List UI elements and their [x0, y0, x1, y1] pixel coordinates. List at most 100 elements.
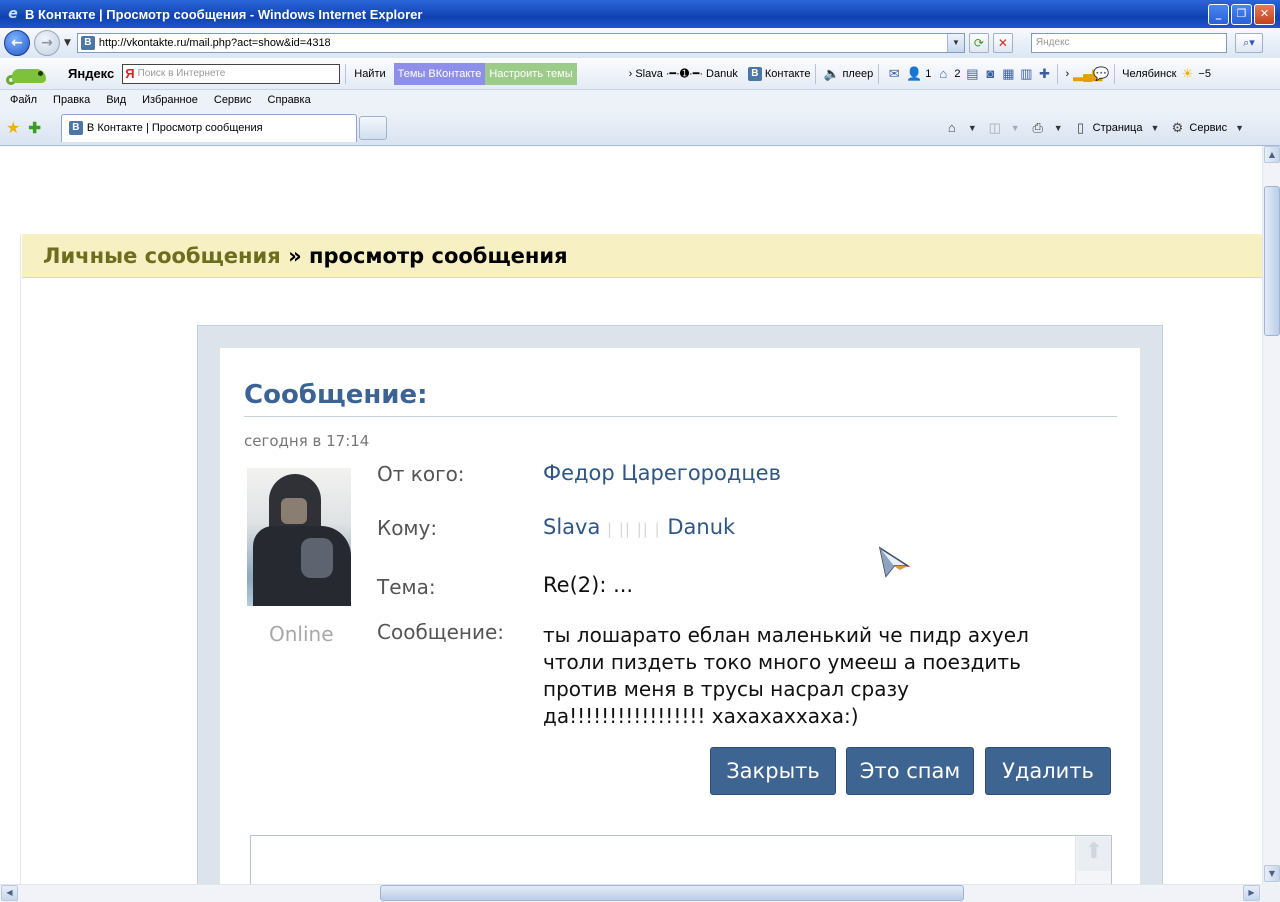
notes-button[interactable]: ▤	[964, 66, 980, 82]
add-favorite-icon[interactable]: ✚	[28, 119, 41, 137]
search-button[interactable]: ⌕▾	[1234, 33, 1263, 53]
vk-link[interactable]: B Контакте	[747, 66, 810, 81]
avatar[interactable]	[247, 468, 351, 606]
separator	[1114, 63, 1116, 84]
breadcrumb-separator: »	[280, 244, 309, 268]
maximize-button[interactable]: ❐	[1231, 3, 1252, 25]
menu-file[interactable]: Файл	[10, 94, 37, 106]
page-dropdown[interactable]: ▼	[1150, 123, 1159, 133]
scroll-up-arrow-icon[interactable]: ▲	[1264, 146, 1280, 163]
recent-pages-dropdown[interactable]: ▼	[64, 38, 71, 48]
address-field[interactable]: B http://vkontakte.ru/mail.php?act=show&…	[76, 33, 965, 53]
menu-help[interactable]: Справка	[268, 94, 311, 106]
yandex-search-input[interactable]: Я Поиск в Интернете	[122, 63, 341, 84]
scroll-left-arrow-icon[interactable]: ◀	[1, 885, 18, 901]
minimize-button[interactable]: _	[1208, 3, 1229, 25]
back-button[interactable]: ←	[4, 30, 30, 56]
arrow-left-icon: ←	[11, 35, 23, 51]
yandex-toolbar: Яндекс Я Поиск в Интернете Найти Темы ВК…	[0, 58, 1280, 90]
mark-spam-button[interactable]: Это спам	[846, 747, 974, 795]
message-panel: Сообщение: сегодня в 17:14 Online От ког…	[197, 325, 1163, 884]
apps-button[interactable]: ✚	[1036, 66, 1052, 82]
home-icon[interactable]: ⌂	[944, 120, 960, 136]
ie-logo-icon: e	[8, 6, 18, 22]
new-tab-button[interactable]	[358, 115, 387, 140]
weather-widget[interactable]: Челябинск ☀ −5	[1122, 66, 1211, 82]
page-icon: ▯	[1077, 119, 1085, 135]
close-message-button[interactable]: Закрыть	[710, 747, 836, 795]
refresh-button[interactable]: ⟳	[968, 33, 989, 53]
print-dropdown[interactable]: ▼	[1054, 123, 1063, 133]
user-name: Slava ·━·➊·━· Danuk	[635, 68, 738, 80]
speaker-icon: 🔈	[823, 65, 840, 81]
subject-value: Re(2): ...	[543, 573, 634, 597]
rss-icon[interactable]: ◫	[987, 120, 1003, 136]
user-profile-link[interactable]: › Slava ·━·➊·━· Danuk	[628, 67, 738, 81]
online-status: Online	[269, 622, 334, 646]
to-label: Кому:	[377, 516, 438, 540]
yandex-logo[interactable]: Яндекс	[68, 66, 114, 81]
plus-icon: ✚	[1039, 65, 1050, 81]
friends-count: 1	[925, 67, 932, 80]
page-menu[interactable]: Страница	[1093, 122, 1143, 134]
signal-button[interactable]: ▂▄▆	[1073, 66, 1102, 82]
documents-button[interactable]: ▥	[1018, 66, 1034, 82]
document-icon: ▥	[1020, 65, 1033, 81]
configure-themes-button[interactable]: Настроить темы	[485, 62, 577, 85]
friends-button[interactable]: 👤 1	[906, 66, 931, 82]
delete-message-button[interactable]: Удалить	[985, 747, 1111, 795]
scroll-up-icon[interactable]: ⬆	[1077, 837, 1111, 871]
tab-vk-message[interactable]: B В Контакте | Просмотр сообщения	[60, 113, 357, 142]
yandex-mark-icon: Я	[125, 66, 135, 81]
printer-icon[interactable]: ⎙	[1030, 120, 1046, 136]
address-dropdown[interactable]: ▼	[946, 34, 964, 52]
scroll-right-arrow-icon[interactable]: ▶	[1243, 885, 1260, 901]
recipient-first-name[interactable]: Slava	[543, 515, 600, 539]
stop-button[interactable]: ✕	[992, 33, 1013, 53]
menu-favorites[interactable]: Избранное	[142, 94, 198, 106]
horizontal-scroll-thumb[interactable]	[380, 885, 964, 901]
video-button[interactable]: ▦	[1000, 66, 1016, 82]
star-icon[interactable]: ★	[6, 118, 20, 138]
breadcrumb: Личные сообщения » просмотр сообщения	[22, 234, 1262, 278]
horizontal-scrollbar[interactable]: ◀ ▶	[0, 884, 1262, 902]
reply-textarea[interactable]: ⬆	[250, 835, 1112, 884]
recipient-middle-name: | || || |	[607, 520, 661, 538]
chat-button[interactable]: 💬	[1093, 66, 1109, 82]
mouse-cursor-icon	[878, 546, 910, 578]
yandex-find-button[interactable]: Найти	[354, 68, 385, 80]
chat-bubble-icon: 💬	[1093, 65, 1110, 81]
temperature: −5	[1198, 67, 1211, 80]
subject-label: Тема:	[377, 575, 436, 599]
close-window-button[interactable]: ✕	[1254, 3, 1275, 25]
tab-bar: ★ ✚ B В Контакте | Просмотр сообщения ⌂ …	[0, 110, 1280, 146]
vertical-scroll-thumb[interactable]	[1264, 186, 1280, 336]
menu-edit[interactable]: Правка	[53, 94, 90, 106]
reply-scrollbar[interactable]: ⬆	[1075, 836, 1111, 884]
chevron-right-icon: ›	[628, 67, 633, 80]
groups-button[interactable]: ⌂ 2	[935, 66, 960, 82]
tools-menu[interactable]: Сервис	[1189, 122, 1227, 134]
tools-dropdown[interactable]: ▼	[1235, 123, 1244, 133]
mail-button[interactable]: ✉	[886, 66, 902, 82]
recipient-link[interactable]: Slava | || || | Danuk	[543, 515, 735, 539]
person-icon: 👤	[906, 65, 923, 81]
home-dropdown[interactable]: ▼	[968, 123, 977, 133]
menu-tools[interactable]: Сервис	[214, 94, 252, 106]
breadcrumb-link-mail[interactable]: Личные сообщения	[43, 244, 281, 268]
themes-button[interactable]: Темы ВКонтакте	[393, 62, 486, 85]
url-text[interactable]: http://vkontakte.ru/mail.php?act=show&id…	[99, 37, 331, 49]
message-label: Сообщение:	[377, 620, 505, 644]
more-button[interactable]: ›	[1065, 68, 1069, 80]
menu-view[interactable]: Вид	[106, 94, 126, 106]
from-label: От кого:	[377, 462, 465, 486]
sender-link[interactable]: Федор Царегородцев	[543, 461, 781, 485]
forward-button[interactable]: →	[34, 30, 60, 56]
search-input[interactable]: Яндекс	[1030, 33, 1227, 53]
feeds-dropdown[interactable]: ▼	[1011, 123, 1020, 133]
photos-button[interactable]: ◙	[982, 66, 998, 82]
player-button[interactable]: 🔈 плеер	[823, 66, 873, 82]
vertical-scrollbar[interactable]: ▲ ▼	[1262, 146, 1280, 884]
scroll-down-arrow-icon[interactable]: ▼	[1264, 865, 1280, 882]
recipient-last-name[interactable]: Danuk	[667, 515, 735, 539]
